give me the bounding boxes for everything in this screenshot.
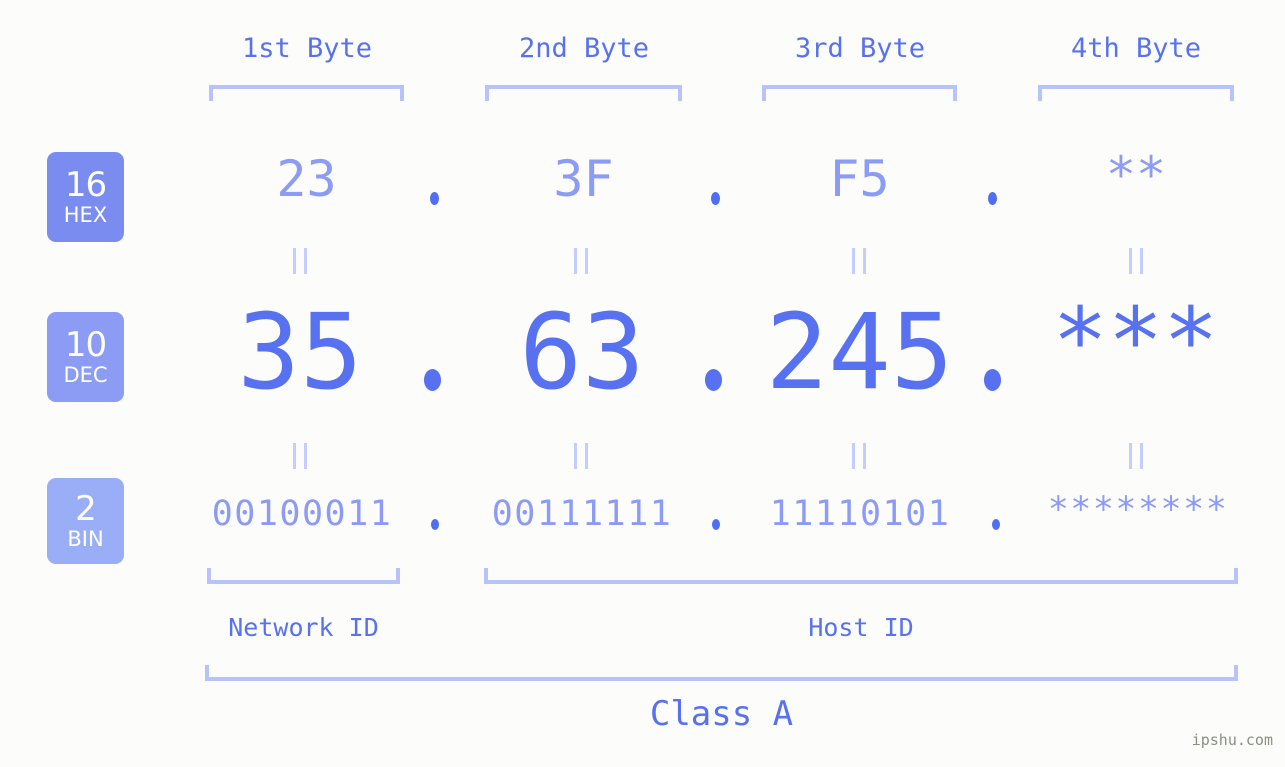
bin-byte-2: 00111111: [491, 494, 673, 534]
hex-separator-dot-2-icon: [711, 192, 720, 205]
site-watermark: ipshu.com: [1191, 731, 1273, 749]
equals-dec-bin-2-icon: [574, 443, 588, 469]
base-badge-hex-name: HEX: [63, 203, 108, 227]
base-badge-dec-name: DEC: [63, 363, 108, 387]
dec-byte-3: 245: [765, 291, 954, 413]
hex-byte-4: **: [1105, 146, 1167, 204]
byte-header-2: 2nd Byte: [518, 33, 650, 64]
bin-separator-dot-3-icon: [992, 519, 1000, 530]
dec-byte-2: 63: [519, 291, 645, 413]
base-badge-bin-name: BIN: [67, 527, 104, 551]
byte-bracket-4-icon: [1038, 85, 1234, 101]
base-badge-dec-number: 10: [64, 325, 107, 365]
hex-byte-2: 3F: [553, 150, 614, 208]
dec-byte-4: ***: [1052, 288, 1219, 395]
network-id-bracket-icon: [207, 568, 400, 584]
hex-separator-dot-3-icon: [988, 192, 997, 205]
equals-dec-bin-4-icon: [1129, 443, 1143, 469]
equals-dec-bin-1-icon: [293, 443, 307, 469]
base-badge-dec: 10 DEC: [47, 312, 124, 402]
base-badge-hex: 16 HEX: [47, 152, 124, 242]
host-id-label: Host ID: [808, 613, 914, 642]
class-label: Class A: [649, 694, 794, 734]
equals-hex-dec-3-icon: [852, 248, 866, 274]
hex-separator-dot-1-icon: [430, 192, 439, 205]
base-badge-bin: 2 BIN: [47, 478, 124, 564]
bin-byte-3: 11110101: [769, 494, 951, 534]
dec-separator-dot-2-icon: [705, 369, 722, 391]
bin-byte-4: ********: [1047, 490, 1229, 530]
base-badge-hex-number: 16: [64, 165, 107, 205]
ip-address-breakdown-diagram: 1st Byte 2nd Byte 3rd Byte 4th Byte 16 H…: [0, 0, 1285, 767]
byte-bracket-2-icon: [485, 85, 682, 101]
equals-hex-dec-1-icon: [293, 248, 307, 274]
hex-byte-3: F5: [829, 150, 890, 208]
equals-dec-bin-3-icon: [852, 443, 866, 469]
byte-bracket-3-icon: [762, 85, 957, 101]
byte-header-4: 4th Byte: [1070, 33, 1202, 64]
bin-separator-dot-2-icon: [712, 519, 720, 530]
equals-hex-dec-4-icon: [1129, 248, 1143, 274]
dec-byte-1: 35: [237, 291, 363, 413]
dec-separator-dot-1-icon: [424, 369, 441, 391]
dec-separator-dot-3-icon: [984, 369, 1001, 391]
network-id-label: Network ID: [228, 613, 379, 642]
class-bracket-icon: [205, 665, 1238, 681]
byte-header-1: 1st Byte: [241, 33, 373, 64]
byte-bracket-1-icon: [209, 85, 404, 101]
host-id-bracket-icon: [484, 568, 1238, 584]
bin-separator-dot-1-icon: [431, 519, 439, 530]
bin-byte-1: 00100011: [211, 494, 393, 534]
hex-byte-1: 23: [276, 150, 337, 208]
base-badge-bin-number: 2: [75, 489, 97, 529]
byte-header-3: 3rd Byte: [794, 33, 926, 64]
equals-hex-dec-2-icon: [574, 248, 588, 274]
